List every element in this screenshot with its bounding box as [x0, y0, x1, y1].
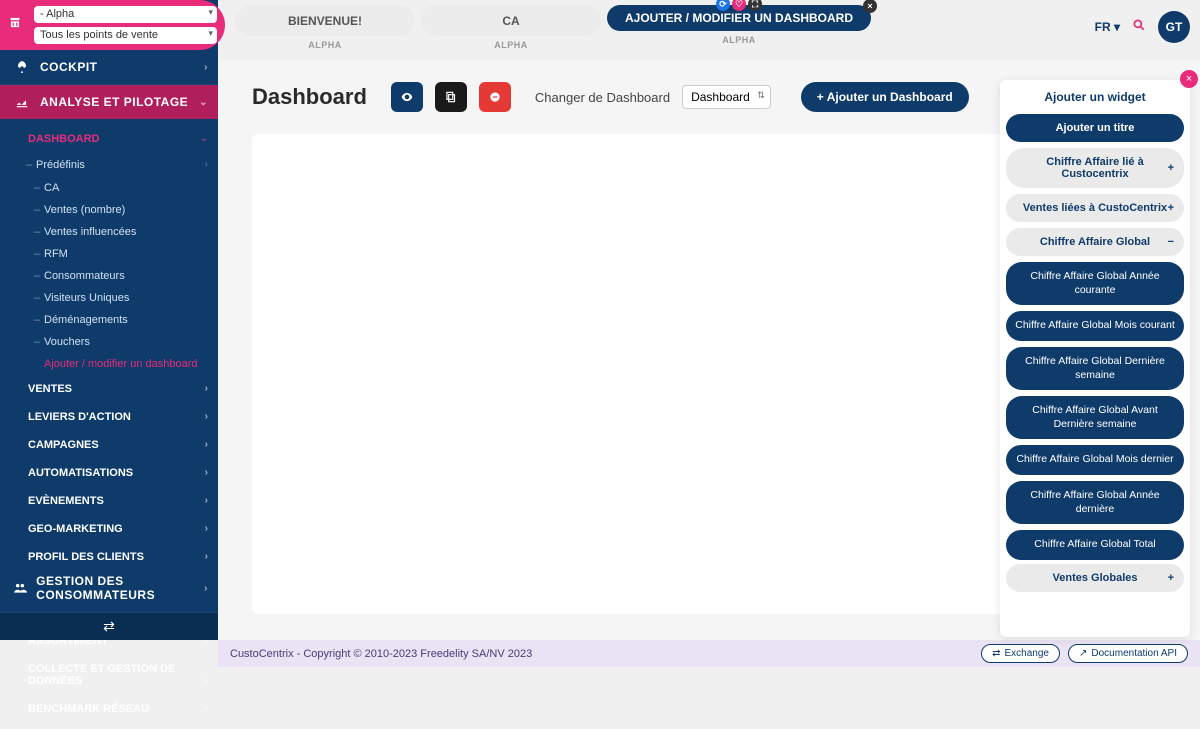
view-button[interactable]: [391, 82, 423, 112]
chip-ca-derniere-semaine[interactable]: Chiffre Affaire Global Dernière semaine: [1006, 347, 1184, 390]
leaf-vouchers[interactable]: Vouchers: [0, 331, 218, 353]
add-dashboard-button[interactable]: + Ajouter un Dashboard: [801, 82, 969, 112]
subnav-campagnes[interactable]: CAMPAGNES›: [0, 431, 218, 459]
dashboard-dropdown[interactable]: Dashboard: [682, 85, 771, 109]
minus-icon: −: [1168, 236, 1174, 248]
subnav-benchmark[interactable]: BENCHMARK RÉSEAU›: [0, 695, 218, 723]
subnav-predefinis[interactable]: Prédéfinis ›: [0, 153, 218, 177]
widget-ca-global-options: Chiffre Affaire Global Année courante Ch…: [1006, 262, 1184, 560]
collapse-icon: ⇄: [103, 618, 115, 635]
plus-icon: +: [1168, 572, 1174, 584]
top-right-controls: FR ▾ GT: [1095, 5, 1190, 43]
widget-ca-custocentrix[interactable]: Chiffre Affaire lié à Custocentrix+: [1006, 148, 1184, 188]
chevron-right-icon: ›: [205, 439, 208, 450]
widget-ca-global[interactable]: Chiffre Affaire Global−: [1006, 228, 1184, 256]
nav-analyse[interactable]: ANALYSE ET PILOTAGE ⌄: [0, 85, 218, 119]
tab-ca[interactable]: CA: [421, 5, 601, 36]
chevron-down-icon: ⌄: [200, 133, 208, 144]
nav-cockpit[interactable]: COCKPIT ›: [0, 50, 218, 85]
leaf-consommateurs[interactable]: Consommateurs: [0, 265, 218, 287]
chip-ca-mois-courant[interactable]: Chiffre Affaire Global Mois courant: [1006, 311, 1184, 341]
chevron-right-icon: ›: [205, 703, 208, 714]
tab-close-icon[interactable]: ×: [863, 0, 877, 13]
rocket-icon: [12, 60, 32, 74]
plus-icon: +: [1168, 202, 1174, 214]
chevron-right-icon: ›: [205, 383, 208, 394]
leaf-ajouter-dashboard[interactable]: Ajouter / modifier un dashboard: [0, 353, 218, 375]
tab-bienvenue-sub: ALPHA: [308, 40, 342, 50]
external-link-icon: ↗: [1079, 648, 1087, 659]
tab-ajouter-dashboard[interactable]: ⟳ ♡ ⛶ AJOUTER / MODIFIER UN DASHBOARD ×: [607, 5, 871, 31]
tab-badges: ⟳ ♡ ⛶: [716, 0, 762, 11]
page-title: Dashboard: [252, 84, 367, 110]
chart-icon: [12, 95, 32, 109]
chevron-down-icon: ⌄: [199, 97, 208, 108]
chip-ca-annee-derniere[interactable]: Chiffre Affaire Global Année dernière: [1006, 481, 1184, 524]
widget-panel-close[interactable]: ×: [1180, 70, 1198, 88]
exchange-button[interactable]: ⇄Exchange: [981, 644, 1060, 663]
store-icon: [8, 16, 22, 35]
chevron-right-icon: ›: [205, 523, 208, 534]
nav-analyse-label: ANALYSE ET PILOTAGE: [40, 95, 188, 109]
widget-add-title-button[interactable]: Ajouter un titre: [1006, 114, 1184, 142]
widget-ventes-custocentrix[interactable]: Ventes liées à CustoCentrix+: [1006, 194, 1184, 222]
delete-button[interactable]: [479, 82, 511, 112]
chevron-right-icon: ›: [204, 583, 208, 594]
doc-api-button[interactable]: ↗Documentation API: [1068, 644, 1188, 663]
expand-badge-icon[interactable]: ⛶: [748, 0, 762, 11]
widget-ventes-globales[interactable]: Ventes Globales+: [1006, 564, 1184, 592]
subnav-ventes[interactable]: VENTES›: [0, 375, 218, 403]
widget-panel: Ajouter un widget Ajouter un titre Chiff…: [1000, 80, 1190, 637]
leaf-ca[interactable]: CA: [0, 177, 218, 199]
widget-panel-title: Ajouter un widget: [1006, 90, 1184, 104]
nav-gestion-consommateurs[interactable]: GESTION DES CONSOMMATEURS ›: [0, 564, 218, 613]
footer: CustoCentrix - Copyright © 2010-2023 Fre…: [218, 640, 1200, 667]
pos-select[interactable]: Tous les points de vente: [34, 27, 217, 44]
chevron-right-icon: ›: [205, 551, 208, 562]
user-avatar[interactable]: GT: [1158, 11, 1190, 43]
chevron-right-icon: ›: [205, 495, 208, 506]
nav-cockpit-label: COCKPIT: [40, 60, 98, 74]
subnav-evenements[interactable]: EVÈNEMENTS›: [0, 487, 218, 515]
chevron-right-icon: ›: [205, 467, 208, 478]
subnav-geo-marketing[interactable]: GEO-MARKETING›: [0, 515, 218, 543]
subnav-dashboard[interactable]: DASHBOARD ⌄: [0, 125, 218, 153]
plus-icon: +: [1168, 162, 1174, 174]
sidebar: - Alpha Tous les points de vente COCKPIT…: [0, 0, 218, 640]
leaf-demenagements[interactable]: Déménagements: [0, 309, 218, 331]
chip-ca-annee-courante[interactable]: Chiffre Affaire Global Année courante: [1006, 262, 1184, 305]
subnav-leviers[interactable]: LEVIERS D'ACTION›: [0, 403, 218, 431]
sidebar-store-selector: - Alpha Tous les points de vente: [0, 0, 225, 50]
chip-ca-mois-dernier[interactable]: Chiffre Affaire Global Mois dernier: [1006, 445, 1184, 475]
footer-copyright: CustoCentrix - Copyright © 2010-2023 Fre…: [230, 648, 532, 660]
subnav-automatisations[interactable]: AUTOMATISATIONS›: [0, 459, 218, 487]
heart-badge-icon[interactable]: ♡: [732, 0, 746, 11]
tab-bienvenue[interactable]: BIENVENUE!: [235, 5, 415, 36]
leaf-rfm[interactable]: RFM: [0, 243, 218, 265]
subnav-collecte-gestion[interactable]: COLLECTE ET GESTION DE DONNÉES›: [0, 655, 218, 695]
refresh-badge-icon[interactable]: ⟳: [716, 0, 730, 11]
chevron-right-icon: ›: [205, 675, 208, 686]
chip-ca-avant-derniere-semaine[interactable]: Chiffre Affaire Global Avant Dernière se…: [1006, 396, 1184, 439]
copy-button[interactable]: [435, 82, 467, 112]
top-tabs: BIENVENUE! ALPHA CA ALPHA ⟳ ♡ ⛶ AJOUTER …: [225, 0, 1200, 55]
users-icon: [12, 581, 28, 595]
leaf-ventes-influencees[interactable]: Ventes influencées: [0, 221, 218, 243]
chevron-right-icon: ›: [204, 62, 208, 73]
leaf-visiteurs[interactable]: Visiteurs Uniques: [0, 287, 218, 309]
chevron-right-icon: ›: [205, 411, 208, 422]
alpha-select[interactable]: - Alpha: [34, 6, 217, 23]
leaf-ventes-nombre[interactable]: Ventes (nombre): [0, 199, 218, 221]
language-selector[interactable]: FR ▾: [1095, 20, 1120, 34]
chevron-right-icon: ›: [205, 159, 208, 170]
nav-gestion-label: GESTION DES CONSOMMATEURS: [36, 574, 206, 602]
search-icon[interactable]: [1132, 17, 1146, 37]
exchange-icon: ⇄: [992, 648, 1000, 659]
tab-ca-sub: ALPHA: [494, 40, 528, 50]
change-dashboard-label: Changer de Dashboard: [535, 90, 670, 105]
chip-ca-total[interactable]: Chiffre Affaire Global Total: [1006, 530, 1184, 560]
tab-ajouter-sub: ALPHA: [722, 35, 756, 45]
sidebar-collapse-button[interactable]: ⇄: [0, 613, 218, 640]
